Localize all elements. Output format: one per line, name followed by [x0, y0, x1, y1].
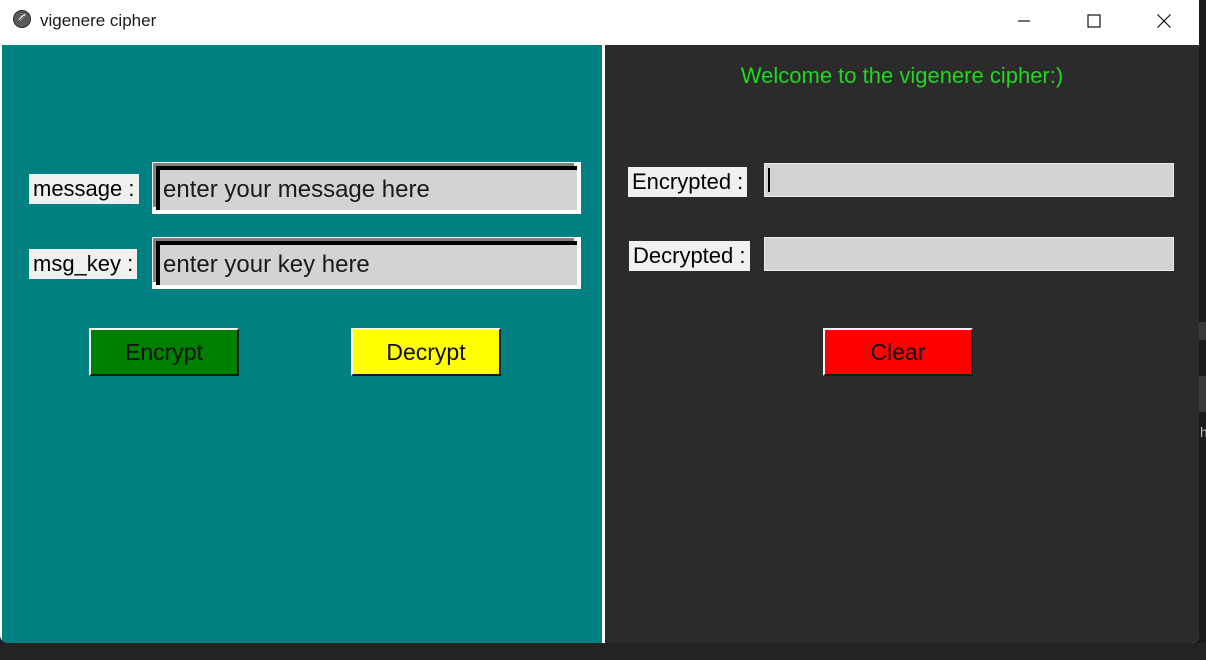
encrypted-label: Encrypted : — [628, 167, 748, 197]
key-entry-well — [156, 241, 577, 285]
message-entry-frame — [152, 162, 581, 214]
minimize-button[interactable] — [989, 0, 1059, 42]
clear-button[interactable]: Clear — [823, 328, 973, 376]
message-entry-well — [156, 166, 577, 210]
key-label: msg_key : — [29, 249, 138, 279]
close-icon — [1157, 14, 1171, 28]
close-button[interactable] — [1129, 0, 1199, 42]
background-window-band — [1199, 322, 1206, 340]
decrypted-label: Decrypted : — [629, 241, 750, 271]
output-panel: Welcome to the vigenere cipher:) Encrypt… — [605, 45, 1199, 643]
feather-app-icon — [13, 10, 31, 28]
encrypt-button[interactable]: Encrypt — [89, 328, 239, 376]
background-window-text: h — [1200, 424, 1206, 440]
message-label: message : — [29, 174, 139, 204]
encrypted-output-field[interactable] — [764, 163, 1174, 197]
decrypted-output-field[interactable] — [764, 237, 1174, 271]
text-caret — [768, 168, 770, 192]
app-window: vigenere cipher message : msg_key : — [0, 0, 1199, 643]
key-input[interactable] — [160, 245, 577, 285]
welcome-heading: Welcome to the vigenere cipher:) — [740, 63, 1064, 88]
maximize-button[interactable] — [1059, 0, 1129, 42]
title-bar[interactable]: vigenere cipher — [0, 0, 1199, 42]
background-window-band — [1199, 376, 1206, 412]
maximize-icon — [1087, 14, 1101, 28]
message-input[interactable] — [160, 170, 577, 210]
desktop-background-bottom — [0, 643, 1206, 660]
input-panel: message : msg_key : Encrypt Decrypt — [2, 45, 602, 643]
window-title: vigenere cipher — [40, 11, 157, 30]
key-entry-frame — [152, 237, 581, 289]
minimize-icon — [1018, 20, 1030, 22]
decrypt-button[interactable]: Decrypt — [351, 328, 501, 376]
desktop-background-right: h — [1199, 0, 1206, 660]
